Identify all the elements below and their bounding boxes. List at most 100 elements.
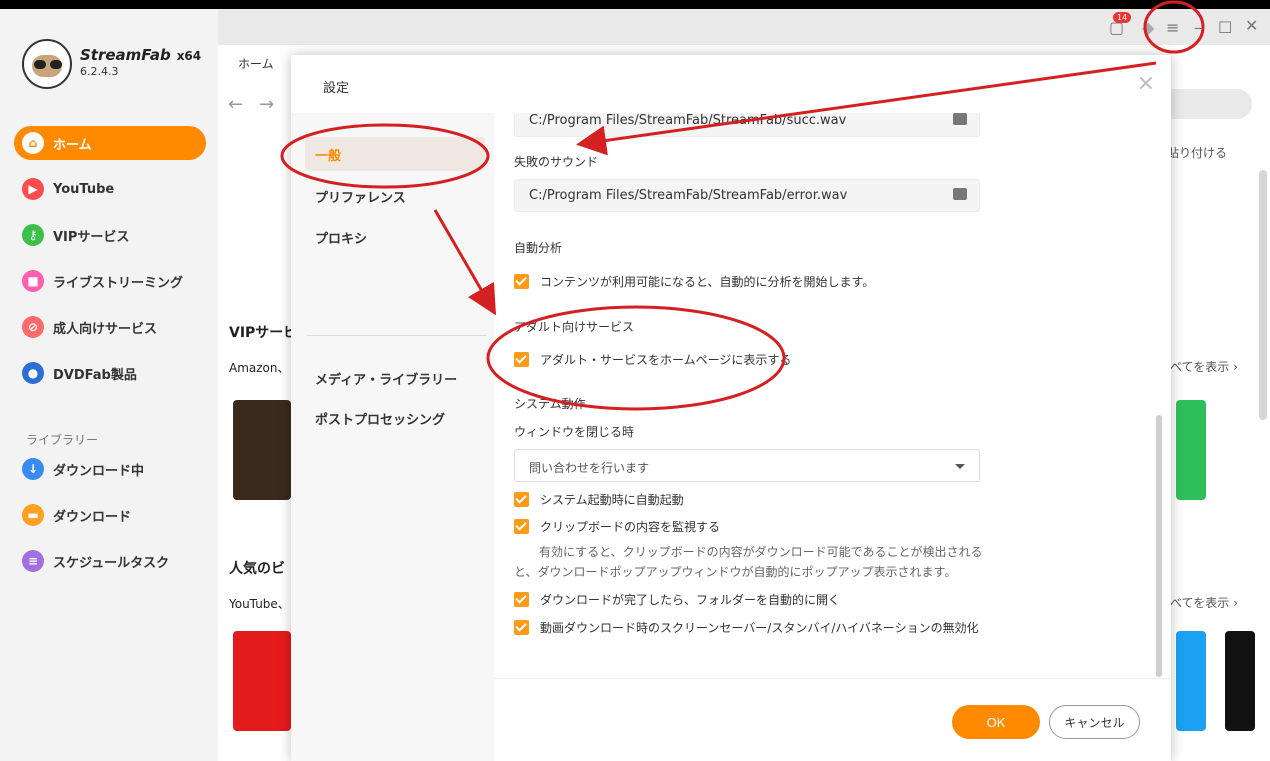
settings-nav-general[interactable]: 一般: [305, 137, 485, 171]
app-brand: StreamFab x64: [80, 46, 202, 64]
clipboard-hint: 有効にすると、クリップボードの内容がダウンロード可能であることが検出される と、…: [514, 542, 983, 582]
sidebar-item-youtube[interactable]: ▶ YouTube: [14, 172, 206, 206]
sidebar-item-label: VIPサービス: [53, 229, 130, 245]
service-tile[interactable]: [1176, 400, 1206, 500]
popular-subtitle: YouTube、: [229, 597, 290, 611]
app-version: 6.2.4.3: [80, 65, 119, 78]
streamfab-logo-icon: [22, 39, 72, 89]
close-icon[interactable]: ✕: [1245, 16, 1258, 35]
adult-icon: ⊘: [22, 316, 44, 338]
dialog-close-icon[interactable]: ×: [1137, 71, 1155, 96]
sidebar-item-downloaded[interactable]: ▬ ダウンロード: [14, 498, 206, 532]
sidebar-item-label: ダウンロード: [53, 509, 132, 525]
checkbox-checked[interactable]: [514, 352, 529, 367]
sidebar-item-vip[interactable]: ⚷ VIPサービス: [14, 218, 206, 252]
sidebar-item-dvdfab[interactable]: ● DVDFab製品: [14, 356, 206, 390]
minimize-icon[interactable]: –: [1194, 18, 1202, 37]
fail-sound-label: 失敗のサウンド: [514, 155, 599, 169]
open-folder-check-label: ダウンロードが完了したら、フォルダーを自動的に開く: [540, 593, 841, 607]
sidebar-item-adult[interactable]: ⊘ 成人向けサービス: [14, 310, 206, 344]
chevron-down-icon: [955, 464, 965, 469]
startup-check-label: システム起動時に自動起動: [540, 493, 684, 507]
amazon-tile[interactable]: [233, 400, 291, 500]
youtube-tile[interactable]: [233, 631, 291, 731]
close-window-label: ウィンドウを閉じる時: [514, 425, 635, 439]
sidebar: StreamFab x64 6.2.4.3 ⌂ ホーム ▶ YouTube ⚷ V…: [0, 9, 218, 761]
settings-scrollbar[interactable]: [1156, 415, 1162, 677]
see-all-link[interactable]: べてを表示 ›: [1170, 358, 1238, 375]
fail-sound-path-field[interactable]: C:/Program Files/StreamFab/StreamFab/err…: [514, 179, 980, 212]
settings-nav-proxy[interactable]: プロキシ: [305, 220, 485, 254]
notification-badge: 14: [1113, 12, 1132, 23]
adult-services-label: アダルト向けサービス: [514, 320, 635, 334]
see-all-label: べてを表示: [1170, 360, 1230, 374]
schedule-icon: ≡: [22, 550, 44, 572]
settings-nav-preferences[interactable]: プリファレンス: [305, 179, 485, 213]
tiktok-tile[interactable]: [1225, 631, 1255, 731]
menu-icon[interactable]: ≡: [1166, 18, 1179, 37]
screensaver-checkbox-row[interactable]: 動画ダウンロード時のスクリーンセーバー/スタンバイ/ハイバネーションの無効化: [514, 619, 979, 636]
auto-analysis-label: 自動分析: [514, 241, 563, 255]
clipboard-check-label: クリップボードの内容を監視する: [540, 520, 721, 534]
settings-nav-post-processing[interactable]: ポストプロセッシング: [305, 401, 485, 435]
auto-analysis-checkbox-row[interactable]: コンテンツが利用可能になると、自動的に分析を開始します。: [514, 273, 874, 290]
success-sound-path: C:/Program Files/StreamFab/StreamFab/suc…: [529, 113, 847, 128]
fail-sound-path: C:/Program Files/StreamFab/StreamFab/err…: [529, 188, 848, 203]
checkbox-checked[interactable]: [514, 274, 529, 289]
dvdfab-icon: ●: [22, 362, 44, 384]
checkbox-checked[interactable]: [514, 592, 529, 607]
vip-subtitle: Amazon、: [229, 361, 290, 375]
folder-icon[interactable]: [953, 188, 967, 200]
back-forward-icons[interactable]: ←→: [228, 94, 290, 115]
dialog-title: 設定: [323, 81, 350, 96]
sidebar-item-schedule[interactable]: ≡ スケジュールタスク: [14, 544, 206, 578]
startup-checkbox-row[interactable]: システム起動時に自動起動: [514, 491, 684, 508]
checkbox-checked[interactable]: [514, 492, 529, 507]
dialog-footer: OK キャンセル: [494, 678, 1171, 761]
clipboard-hint-line: 有効にすると、クリップボードの内容がダウンロード可能であることが検出される: [539, 545, 983, 559]
adult-services-check-label: アダルト・サービスをホームページに表示する: [540, 353, 792, 367]
sidebar-item-label: YouTube: [53, 181, 115, 197]
cancel-button[interactable]: キャンセル: [1049, 705, 1140, 739]
folder-icon: ▬: [22, 504, 44, 526]
download-arrow-icon: ↓: [22, 458, 44, 480]
vip-heading: VIPサービ: [229, 325, 298, 341]
checkbox-checked[interactable]: [514, 620, 529, 635]
tab-home-label: ホーム: [238, 57, 274, 71]
camera-icon: ■: [22, 270, 44, 292]
popular-heading: 人気のビ: [229, 561, 285, 577]
sidebar-item-label: DVDFab製品: [53, 367, 137, 383]
twitter-tile[interactable]: [1176, 631, 1206, 731]
screensaver-check-label: 動画ダウンロード時のスクリーンセーバー/スタンバイ/ハイバネーションの無効化: [540, 621, 979, 635]
checkbox-checked[interactable]: [514, 519, 529, 534]
close-window-select[interactable]: 問い合わせを行います: [514, 449, 980, 482]
sidebar-item-home[interactable]: ⌂ ホーム: [14, 126, 206, 160]
home-icon: ⌂: [22, 132, 44, 154]
sidebar-item-live-streaming[interactable]: ■ ライブストリーミング: [14, 264, 206, 298]
clipboard-checkbox-row[interactable]: クリップボードの内容を監視する: [514, 518, 720, 535]
youtube-icon: ▶: [22, 178, 44, 200]
folder-icon[interactable]: [953, 113, 967, 125]
main-scrollbar[interactable]: [1259, 170, 1267, 420]
close-window-selected-value: 問い合わせを行います: [529, 461, 650, 475]
settings-nav-media-library[interactable]: メディア・ライブラリー: [305, 361, 485, 395]
settings-content: C:/Program Files/StreamFab/StreamFab/suc…: [494, 113, 1171, 678]
see-all-link[interactable]: べてを表示 ›: [1170, 594, 1238, 611]
ok-button[interactable]: OK: [952, 705, 1040, 739]
settings-nav-divider: [307, 335, 487, 336]
success-sound-path-field[interactable]: C:/Program Files/StreamFab/StreamFab/suc…: [514, 113, 980, 137]
adult-services-checkbox-row[interactable]: アダルト・サービスをホームページに表示する: [514, 351, 791, 368]
open-folder-checkbox-row[interactable]: ダウンロードが完了したら、フォルダーを自動的に開く: [514, 591, 840, 608]
clipboard-hint-line: と、ダウンロードポップアップウィンドウが自動的にポップアップ表示されます。: [514, 565, 957, 579]
sidebar-item-label: 成人向けサービス: [53, 321, 158, 337]
key-icon: ⚷: [22, 224, 44, 246]
see-all-label: べてを表示: [1170, 596, 1230, 610]
sidebar-item-downloading[interactable]: ↓ ダウンロード中: [14, 452, 206, 486]
sidebar-item-label: ダウンロード中: [53, 463, 145, 479]
pin-icon[interactable]: ◆: [1142, 18, 1154, 37]
maximize-icon[interactable]: ☐: [1218, 18, 1232, 37]
auto-analysis-check-label: コンテンツが利用可能になると、自動的に分析を開始します。: [540, 275, 875, 289]
system-behavior-label: システム動作: [514, 397, 586, 411]
sidebar-item-label: スケジュールタスク: [53, 555, 170, 571]
top-black-strip: [0, 0, 1270, 9]
